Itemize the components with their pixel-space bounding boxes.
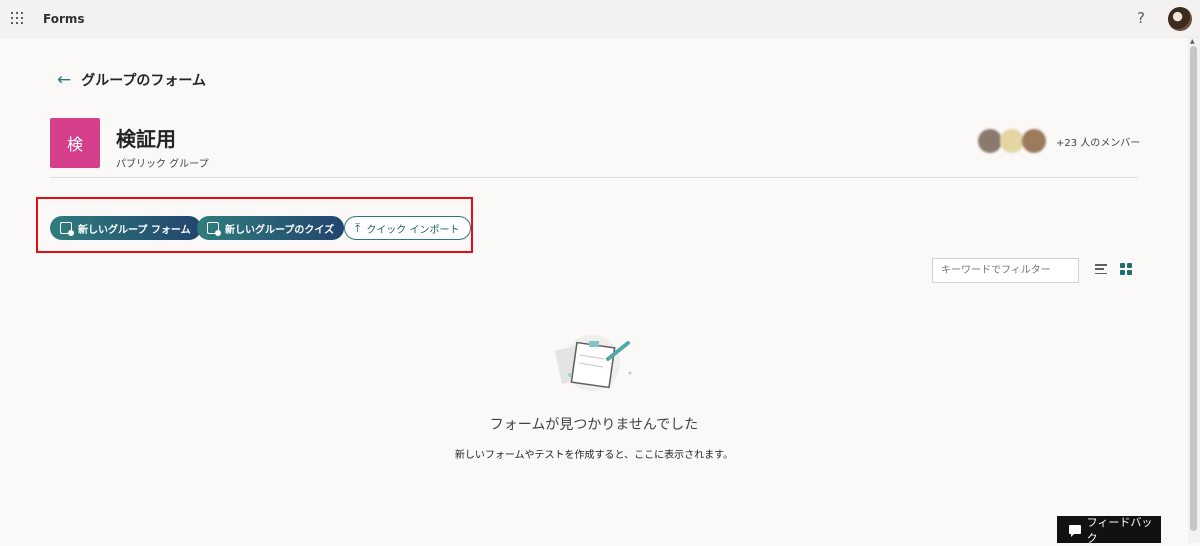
list-view-icon[interactable] — [1095, 264, 1107, 274]
member-avatar — [1000, 129, 1024, 153]
new-group-quiz-button[interactable]: 新しいグループのクイズ — [197, 216, 345, 240]
user-avatar[interactable] — [1168, 7, 1192, 31]
new-group-form-button[interactable]: 新しいグループ フォーム — [50, 216, 201, 240]
feedback-icon — [1069, 525, 1081, 537]
page-title: グループのフォーム — [81, 73, 206, 89]
member-avatar — [1022, 129, 1046, 153]
upload-icon: ⤒ — [355, 221, 361, 235]
members-count: +23 人のメンバー — [1056, 137, 1141, 149]
quick-import-button[interactable]: ⤒ クイック インポート — [344, 216, 471, 240]
scroll-up-icon[interactable]: ▲ — [1190, 38, 1195, 45]
grid-view-icon[interactable] — [1120, 263, 1132, 275]
feedback-label: フィードバック — [1086, 515, 1153, 545]
group-type: パブリック グループ — [116, 159, 209, 170]
empty-state-description: 新しいフォームやテストを作成すると、ここに表示されます。 — [454, 450, 734, 461]
group-name: 検証用 — [116, 127, 176, 151]
top-bar: Forms ? — [0, 0, 1200, 38]
back-arrow-icon[interactable]: ← — [57, 71, 71, 89]
form-icon — [60, 222, 74, 236]
quiz-icon — [207, 222, 221, 236]
feedback-button[interactable]: フィードバック — [1057, 515, 1161, 545]
app-name[interactable]: Forms — [43, 12, 85, 26]
scroll-thumb[interactable] — [1190, 46, 1197, 531]
group-tile: 検 — [50, 118, 100, 168]
quick-import-label: クイック インポート — [366, 224, 460, 236]
empty-state-illustration — [554, 335, 632, 391]
member-avatar — [978, 129, 1002, 153]
help-icon[interactable]: ? — [1137, 9, 1145, 27]
empty-state-title: フォームが見つかりませんでした — [489, 417, 699, 433]
scrollbar[interactable]: ▲ — [1188, 38, 1200, 543]
app-launcher-icon[interactable] — [11, 12, 25, 26]
new-group-form-label: 新しいグループ フォーム — [78, 224, 191, 236]
new-group-quiz-label: 新しいグループのクイズ — [225, 224, 335, 236]
keyword-filter-input[interactable] — [932, 258, 1079, 283]
divider — [50, 177, 1138, 178]
breadcrumb: ← グループのフォーム — [57, 70, 206, 90]
group-members[interactable]: +23 人のメンバー — [978, 129, 1140, 153]
